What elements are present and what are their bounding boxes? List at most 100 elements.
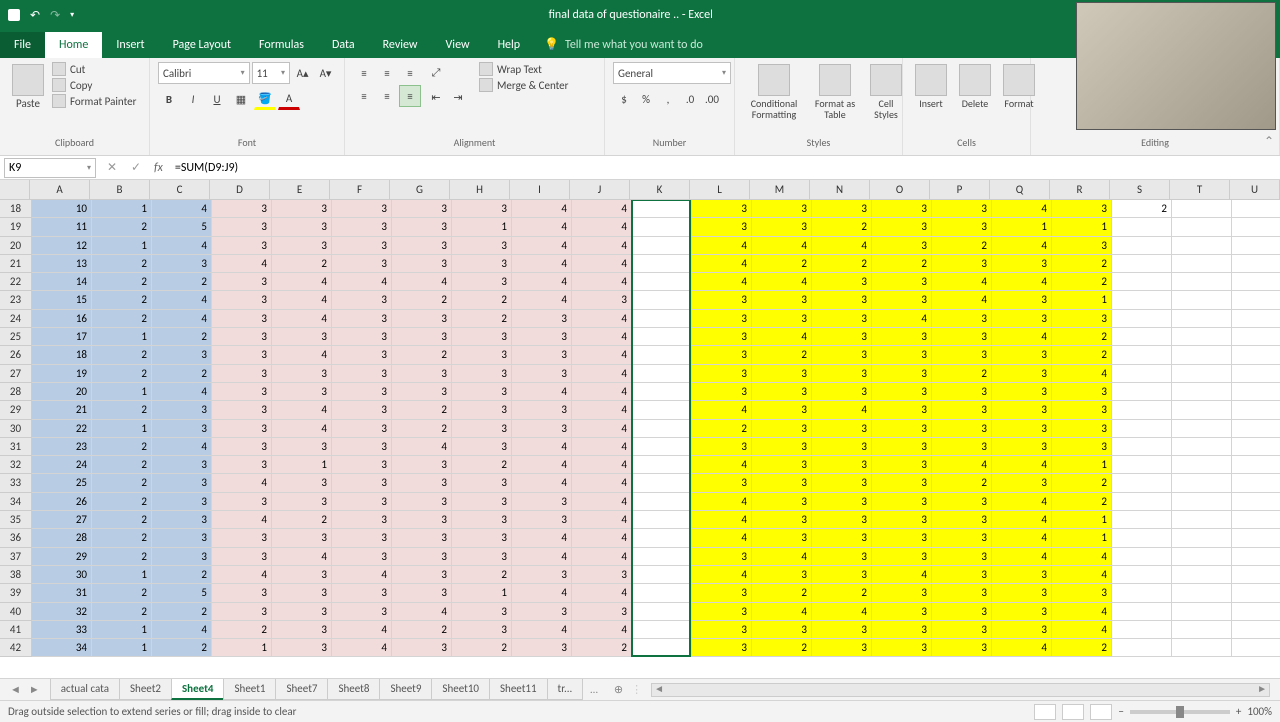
cell[interactable]	[1112, 420, 1172, 438]
cell[interactable]: 2	[92, 493, 152, 511]
cell[interactable]	[1232, 218, 1280, 236]
cell[interactable]: 3	[452, 273, 512, 291]
cell[interactable]: 1	[92, 566, 152, 584]
cell[interactable]: 14	[32, 273, 92, 291]
cell[interactable]: 2	[92, 529, 152, 547]
cell[interactable]	[1232, 310, 1280, 328]
cell[interactable]	[632, 310, 692, 328]
row-header[interactable]: 20	[0, 237, 32, 255]
cell[interactable]	[1112, 584, 1172, 602]
cell[interactable]: 3	[812, 383, 872, 401]
cell[interactable]: 2	[152, 365, 212, 383]
cell[interactable]: 3	[992, 566, 1052, 584]
cell[interactable]: 2	[272, 511, 332, 529]
row-header[interactable]: 34	[0, 493, 32, 511]
cell[interactable]: 4	[512, 200, 572, 218]
cell[interactable]: 3	[332, 474, 392, 492]
cell[interactable]: 3	[1052, 584, 1112, 602]
cell[interactable]: 4	[572, 365, 632, 383]
cell[interactable]: 4	[512, 584, 572, 602]
cell[interactable]	[1112, 456, 1172, 474]
cell[interactable]: 4	[152, 310, 212, 328]
cell[interactable]	[1172, 273, 1232, 291]
cell[interactable]: 3	[512, 603, 572, 621]
cell[interactable]: 2	[1052, 273, 1112, 291]
cell[interactable]: 2	[92, 310, 152, 328]
font-size-dropdown[interactable]: 11▾	[252, 62, 290, 84]
column-header[interactable]: U	[1230, 180, 1280, 200]
cell[interactable]: 24	[32, 456, 92, 474]
cell[interactable]: 2	[272, 255, 332, 273]
cell[interactable]: 4	[272, 291, 332, 309]
cell[interactable]: 34	[32, 639, 92, 657]
paste-button[interactable]: Paste	[8, 62, 48, 112]
cell[interactable]: 3	[212, 401, 272, 419]
format-painter-button[interactable]: Format Painter	[52, 94, 136, 108]
cell[interactable]: 3	[272, 237, 332, 255]
cell[interactable]: 4	[932, 456, 992, 474]
cell[interactable]	[1112, 511, 1172, 529]
cell[interactable]: 3	[932, 346, 992, 364]
cell[interactable]: 23	[32, 438, 92, 456]
menu-view[interactable]: View	[432, 32, 484, 58]
zoom-slider[interactable]	[1130, 710, 1230, 714]
cell[interactable]: 3	[392, 511, 452, 529]
normal-view-icon[interactable]	[1034, 704, 1056, 720]
cell[interactable]: 1	[1052, 291, 1112, 309]
cell[interactable]	[1112, 603, 1172, 621]
cell[interactable]	[1232, 493, 1280, 511]
cell[interactable]: 4	[572, 621, 632, 639]
row-header[interactable]: 42	[0, 639, 32, 657]
cell[interactable]	[1112, 255, 1172, 273]
cell[interactable]	[1172, 237, 1232, 255]
borders-button[interactable]: ▦	[230, 88, 252, 110]
cell[interactable]: 3	[932, 548, 992, 566]
cell[interactable]: 4	[692, 273, 752, 291]
cell[interactable]: 28	[32, 529, 92, 547]
cell[interactable]: 4	[572, 584, 632, 602]
cell[interactable]: 30	[32, 566, 92, 584]
cell[interactable]: 2	[152, 566, 212, 584]
cell[interactable]: 3	[332, 346, 392, 364]
cell[interactable]	[632, 218, 692, 236]
row-header[interactable]: 40	[0, 603, 32, 621]
cell[interactable]	[1172, 584, 1232, 602]
cell[interactable]: 3	[392, 493, 452, 511]
cell[interactable]: 3	[212, 200, 272, 218]
cell[interactable]	[1232, 621, 1280, 639]
cell[interactable]: 3	[392, 584, 452, 602]
cell[interactable]: 3	[152, 548, 212, 566]
page-break-view-icon[interactable]	[1090, 704, 1112, 720]
delete-cells-button[interactable]: Delete	[955, 62, 995, 111]
cell[interactable]: 2	[752, 584, 812, 602]
cell[interactable]: 3	[752, 511, 812, 529]
align-top-left[interactable]: ≡	[353, 62, 375, 84]
cell[interactable]: 3	[752, 218, 812, 236]
cell[interactable]: 2	[92, 548, 152, 566]
cell[interactable]: 4	[512, 218, 572, 236]
name-box[interactable]: K9▾	[4, 158, 96, 178]
cell[interactable]: 3	[212, 237, 272, 255]
enter-formula-icon[interactable]: ✓	[124, 160, 148, 175]
cell[interactable]	[1172, 200, 1232, 218]
column-header[interactable]: E	[270, 180, 330, 200]
cell[interactable]: 2	[92, 474, 152, 492]
cell[interactable]: 3	[752, 456, 812, 474]
column-header[interactable]: K	[630, 180, 690, 200]
cell[interactable]: 3	[512, 420, 572, 438]
cell[interactable]	[1232, 456, 1280, 474]
cell[interactable]: 4	[512, 255, 572, 273]
cell[interactable]: 3	[272, 383, 332, 401]
cell[interactable]: 3	[152, 511, 212, 529]
cell[interactable]: 3	[392, 200, 452, 218]
cell[interactable]: 21	[32, 401, 92, 419]
cell[interactable]: 3	[212, 383, 272, 401]
cell[interactable]: 2	[872, 255, 932, 273]
cell[interactable]: 12	[32, 237, 92, 255]
row-header[interactable]: 23	[0, 291, 32, 309]
cell[interactable]	[1232, 365, 1280, 383]
cell[interactable]: 4	[1052, 365, 1112, 383]
increase-font-button[interactable]: A▴	[292, 62, 313, 84]
cell[interactable]: 4	[692, 255, 752, 273]
cell[interactable]: 2	[92, 255, 152, 273]
